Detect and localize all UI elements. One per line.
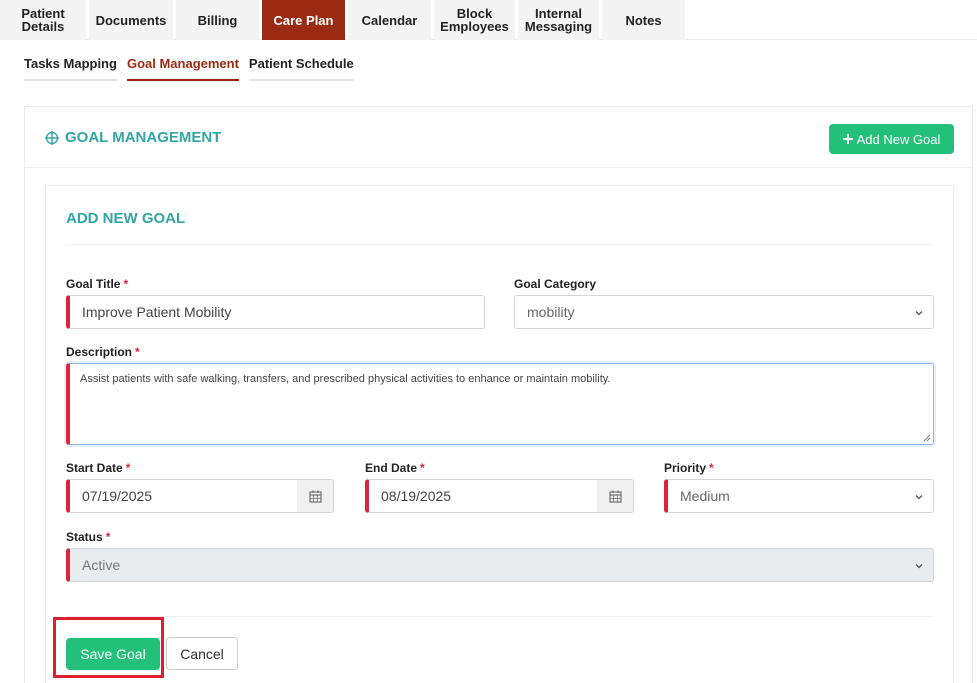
- goal-title-input[interactable]: Improve Patient Mobility: [66, 295, 485, 329]
- tab-label: Messaging: [524, 19, 593, 34]
- cancel-button[interactable]: Cancel: [166, 637, 238, 670]
- end-date-value: 08/19/2025: [381, 488, 452, 504]
- tab-label: Care Plan: [273, 12, 334, 28]
- chevron-down-icon: [915, 564, 923, 569]
- tab-label: Documents: [95, 12, 167, 28]
- highlight-annotation: [53, 617, 164, 678]
- tab-label: Employees: [440, 19, 509, 34]
- tab-label: Details: [21, 19, 65, 34]
- divider: [25, 167, 972, 168]
- goal-management-card: GOAL MANAGEMENT Add New Goal ADD NEW GOA…: [24, 106, 973, 683]
- label-text: Priority: [664, 461, 707, 475]
- start-date-label: Start Date *: [66, 461, 130, 475]
- tab-patient-details[interactable]: Patient Details: [0, 0, 86, 40]
- end-date-field: 08/19/2025: [365, 479, 634, 513]
- tab-label: Notes: [625, 12, 662, 28]
- priority-value: Medium: [680, 488, 730, 504]
- resize-handle-icon[interactable]: [923, 434, 931, 442]
- goal-management-header: GOAL MANAGEMENT: [45, 129, 221, 146]
- plus-icon: [842, 134, 853, 144]
- tab-label: Billing: [197, 12, 238, 28]
- tab-care-plan[interactable]: Care Plan: [262, 0, 345, 40]
- goal-category-label: Goal Category: [514, 277, 596, 291]
- divider: [66, 244, 933, 245]
- required-marker: *: [125, 461, 131, 475]
- status-select[interactable]: Active: [66, 548, 934, 582]
- start-date-calendar-button[interactable]: [297, 479, 334, 513]
- tab-documents[interactable]: Documents: [89, 0, 173, 40]
- subtab-goal-management[interactable]: Goal Management: [126, 56, 239, 81]
- add-new-goal-button[interactable]: Add New Goal: [829, 124, 954, 154]
- end-date-calendar-button[interactable]: [597, 479, 634, 513]
- label-text: Start Date: [66, 461, 123, 475]
- required-marker: *: [123, 277, 129, 291]
- divider: [66, 616, 933, 617]
- label-text: End Date: [365, 461, 418, 475]
- subtab-tasks-mapping[interactable]: Tasks Mapping: [24, 56, 117, 81]
- end-date-label: End Date *: [365, 461, 425, 475]
- label-text: Goal Title: [66, 277, 121, 291]
- goal-title-label: Goal Title *: [66, 277, 128, 291]
- required-marker: *: [105, 530, 111, 544]
- subtab-patient-schedule[interactable]: Patient Schedule: [248, 56, 354, 81]
- tab-label: Calendar: [361, 12, 418, 28]
- required-marker: *: [709, 461, 714, 475]
- calendar-icon: [308, 490, 322, 503]
- description-value: Assist patients with safe walking, trans…: [80, 373, 611, 385]
- tab-internal-messaging[interactable]: Internal Messaging: [518, 0, 599, 40]
- crosshair-icon: [45, 130, 59, 145]
- priority-select[interactable]: Medium: [664, 479, 934, 513]
- goal-title-value: Improve Patient Mobility: [82, 304, 232, 320]
- top-tab-bar: Patient Details Documents Billing Care Pl…: [0, 0, 977, 40]
- required-marker: *: [135, 345, 140, 359]
- sub-tab-bar: Tasks Mapping Goal Management Patient Sc…: [24, 56, 354, 81]
- description-textarea[interactable]: Assist patients with safe walking, trans…: [66, 363, 934, 445]
- required-marker: *: [420, 461, 425, 475]
- start-date-value: 07/19/2025: [82, 488, 153, 504]
- form-title: ADD NEW GOAL: [66, 210, 186, 227]
- status-value: Active: [82, 557, 121, 573]
- label-text: Goal Category: [514, 277, 597, 291]
- add-new-goal-label: Add New Goal: [856, 131, 941, 147]
- goal-category-value: mobility: [527, 304, 575, 320]
- chevron-down-icon: [915, 311, 923, 316]
- goal-category-select[interactable]: mobility: [514, 295, 934, 329]
- end-date-input[interactable]: 08/19/2025: [365, 479, 598, 513]
- tab-calendar[interactable]: Calendar: [348, 0, 431, 40]
- goal-management-title: GOAL MANAGEMENT: [65, 129, 222, 146]
- label-text: Description: [66, 345, 133, 359]
- chevron-down-icon: [915, 495, 923, 500]
- start-date-input[interactable]: 07/19/2025: [66, 479, 298, 513]
- status-label: Status *: [66, 530, 110, 544]
- add-new-goal-form: ADD NEW GOAL Goal Title * Improve Patient…: [45, 185, 954, 683]
- label-text: Status: [66, 530, 103, 544]
- start-date-field: 07/19/2025: [66, 479, 334, 513]
- priority-label: Priority *: [664, 461, 714, 475]
- calendar-icon: [608, 490, 622, 503]
- tab-block-employees[interactable]: Block Employees: [434, 0, 515, 40]
- description-label: Description *: [66, 345, 140, 359]
- tab-billing[interactable]: Billing: [176, 0, 259, 40]
- tab-notes[interactable]: Notes: [602, 0, 685, 40]
